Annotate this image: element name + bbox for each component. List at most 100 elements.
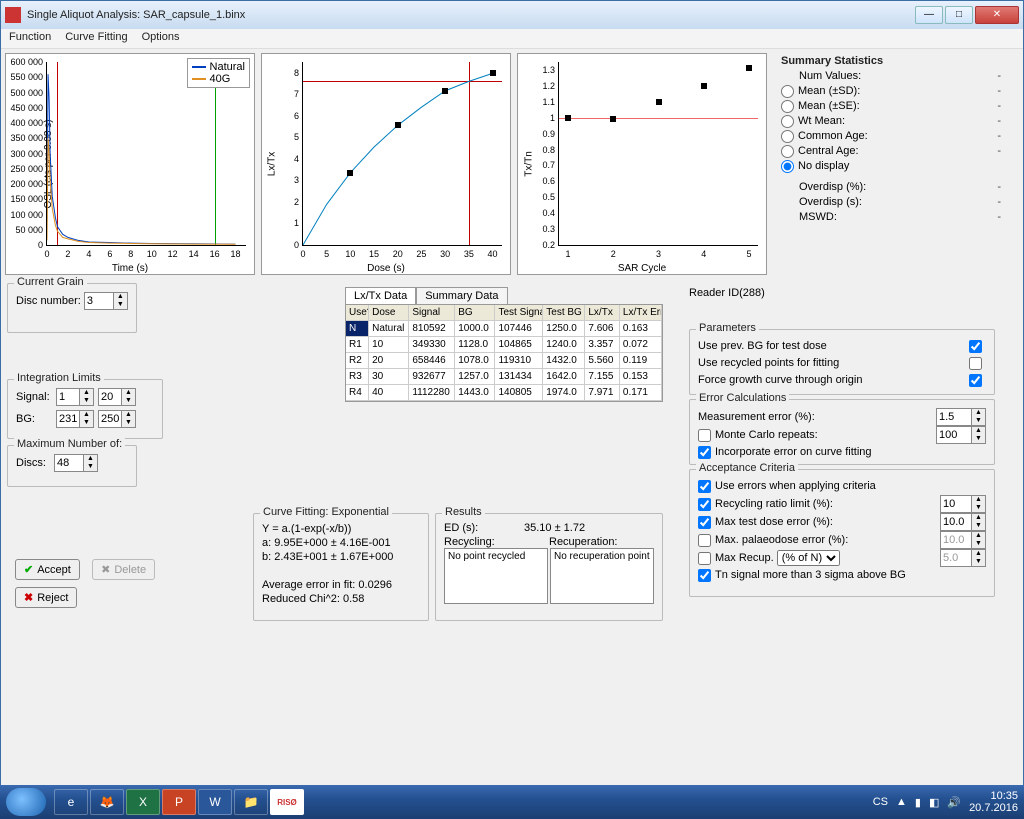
- use-errors-label: Use errors when applying criteria: [715, 478, 986, 495]
- max-recup-input[interactable]: [941, 550, 971, 566]
- taskbar-firefox-icon[interactable]: 🦊: [90, 789, 124, 815]
- growth-curve-plot: Lx/Tx Dose (s) 0123456780510152025303540: [261, 53, 511, 275]
- tray-flag-icon[interactable]: ▮: [915, 796, 921, 809]
- monte-input[interactable]: [937, 427, 971, 443]
- recycling-limit-label: Recycling ratio limit (%):: [715, 496, 940, 513]
- taskbar-ie-icon[interactable]: e: [54, 789, 88, 815]
- ed-value: 35.10 ± 1.72: [524, 522, 585, 534]
- disc-number-stepper[interactable]: ▲▼: [113, 293, 127, 309]
- disc-number-label: Disc number:: [16, 295, 81, 307]
- accept-button[interactable]: ✔Accept: [15, 559, 80, 580]
- menu-options[interactable]: Options: [142, 31, 180, 46]
- force-origin-label: Force growth curve through origin: [698, 372, 969, 389]
- signal-b-stepper[interactable]: ▲▼: [121, 389, 135, 405]
- incorp-error-checkbox[interactable]: [698, 446, 711, 459]
- incorp-label: Incorporate error on curve fitting: [715, 444, 986, 461]
- tn-signal-checkbox[interactable]: [698, 569, 711, 582]
- mswd-label: MSWD:: [781, 210, 981, 225]
- maximize-button[interactable]: □: [945, 6, 973, 24]
- table-row[interactable]: NNatural8105921000.01074461250.07.6060.1…: [346, 321, 662, 337]
- error-calc-label: Error Calculations: [696, 392, 789, 404]
- plot1-xlabel: Time (s): [112, 263, 148, 274]
- max-test-input[interactable]: [941, 514, 971, 530]
- max-recup-checkbox[interactable]: [698, 552, 711, 565]
- overdisp-pct-label: Overdisp (%):: [781, 180, 981, 195]
- force-origin-checkbox[interactable]: [969, 374, 982, 387]
- wt-mean-radio[interactable]: [781, 115, 794, 128]
- central-age-label: Central Age:: [798, 144, 981, 159]
- meas-err-input[interactable]: [937, 409, 971, 425]
- tray-volume-icon[interactable]: 🔊: [947, 796, 961, 809]
- tray-clock[interactable]: 10:35 20.7.2016: [969, 790, 1018, 814]
- use-prev-bg-checkbox[interactable]: [969, 340, 982, 353]
- signal-b-input[interactable]: [99, 389, 121, 405]
- close-button[interactable]: ✕: [975, 6, 1019, 24]
- discs-label: Discs:: [16, 457, 46, 469]
- taskbar-powerpoint-icon[interactable]: P: [162, 789, 196, 815]
- max-paleo-checkbox[interactable]: [698, 534, 711, 547]
- use-recycled-checkbox[interactable]: [969, 357, 982, 370]
- signal-a-input[interactable]: [57, 389, 79, 405]
- wt-mean-label: Wt Mean:: [798, 114, 981, 129]
- num-values-label: Num Values:: [781, 69, 981, 84]
- discs-stepper[interactable]: ▲▼: [83, 455, 97, 471]
- minimize-button[interactable]: —: [915, 6, 943, 24]
- table-row[interactable]: R2206584461078.01193101432.05.5600.119: [346, 353, 662, 369]
- bg-a-stepper[interactable]: ▲▼: [79, 411, 93, 427]
- num-values-value: -: [981, 69, 1001, 84]
- max-paleo-input[interactable]: [941, 532, 971, 548]
- no-display-radio[interactable]: [781, 160, 794, 173]
- disc-number-input[interactable]: [85, 293, 113, 309]
- taskbar-word-icon[interactable]: W: [198, 789, 232, 815]
- tray-lang[interactable]: CS: [873, 796, 888, 808]
- delete-button[interactable]: ✖ Delete: [92, 559, 155, 580]
- table-row[interactable]: R44011122801443.01408051974.07.9710.171: [346, 385, 662, 401]
- signal-a-stepper[interactable]: ▲▼: [79, 389, 93, 405]
- menu-curve-fitting[interactable]: Curve Fitting: [65, 31, 127, 46]
- monte-carlo-checkbox[interactable]: [698, 429, 711, 442]
- mean-sd-radio[interactable]: [781, 85, 794, 98]
- cf-avg-error: Average error in fit: 0.0296: [262, 578, 420, 592]
- common-age-radio[interactable]: [781, 130, 794, 143]
- reader-id-label: Reader ID(288): [689, 287, 765, 299]
- table-row[interactable]: R3309326771257.01314341642.07.1550.153: [346, 369, 662, 385]
- menubar: Function Curve Fitting Options: [1, 29, 1023, 49]
- check-icon: ✔: [24, 563, 33, 576]
- monte-stepper[interactable]: ▲▼: [971, 427, 985, 443]
- max-test-checkbox[interactable]: [698, 516, 711, 529]
- central-age-radio[interactable]: [781, 145, 794, 158]
- discs-input[interactable]: [55, 455, 83, 471]
- results-label: Results: [442, 506, 485, 518]
- ed-label: ED (s):: [444, 522, 524, 534]
- summary-statistics-header: Summary Statistics: [781, 55, 1001, 67]
- legend-40g: 40G: [210, 73, 231, 85]
- meas-err-label: Measurement error (%):: [698, 409, 936, 426]
- tray-up-icon[interactable]: ▲: [896, 796, 907, 808]
- bg-b-input[interactable]: [99, 411, 121, 427]
- taskbar-excel-icon[interactable]: X: [126, 789, 160, 815]
- mean-se-radio[interactable]: [781, 100, 794, 113]
- max-recup-select[interactable]: (% of N): [777, 550, 840, 566]
- table-row[interactable]: R1103493301128.01048651240.03.3570.072: [346, 337, 662, 353]
- start-button[interactable]: [6, 788, 46, 816]
- common-age-label: Common Age:: [798, 129, 981, 144]
- window-title: Single Aliquot Analysis: SAR_capsule_1.b…: [27, 9, 915, 21]
- use-errors-checkbox[interactable]: [698, 480, 711, 493]
- recycling-limit-input[interactable]: [941, 496, 971, 512]
- meas-err-stepper[interactable]: ▲▼: [971, 409, 985, 425]
- plot3-xlabel: SAR Cycle: [618, 263, 666, 274]
- recycling-limit-checkbox[interactable]: [698, 498, 711, 511]
- app-icon: [5, 7, 21, 23]
- tab-lxtx[interactable]: Lx/Tx Data: [345, 287, 416, 304]
- recycling-label: Recycling:: [444, 536, 549, 548]
- reject-button[interactable]: ✖Reject: [15, 587, 77, 608]
- bg-a-input[interactable]: [57, 411, 79, 427]
- max-recup-label: Max Recup.: [715, 550, 774, 567]
- taskbar-explorer-icon[interactable]: 📁: [234, 789, 268, 815]
- bg-b-stepper[interactable]: ▲▼: [121, 411, 135, 427]
- taskbar-riso-icon[interactable]: RISØ: [270, 789, 304, 815]
- tray-network-icon[interactable]: ◧: [929, 796, 939, 809]
- tab-summary[interactable]: Summary Data: [416, 287, 507, 304]
- menu-function[interactable]: Function: [9, 31, 51, 46]
- cf-param-a: a: 9.95E+000 ± 4.16E-001: [262, 536, 420, 550]
